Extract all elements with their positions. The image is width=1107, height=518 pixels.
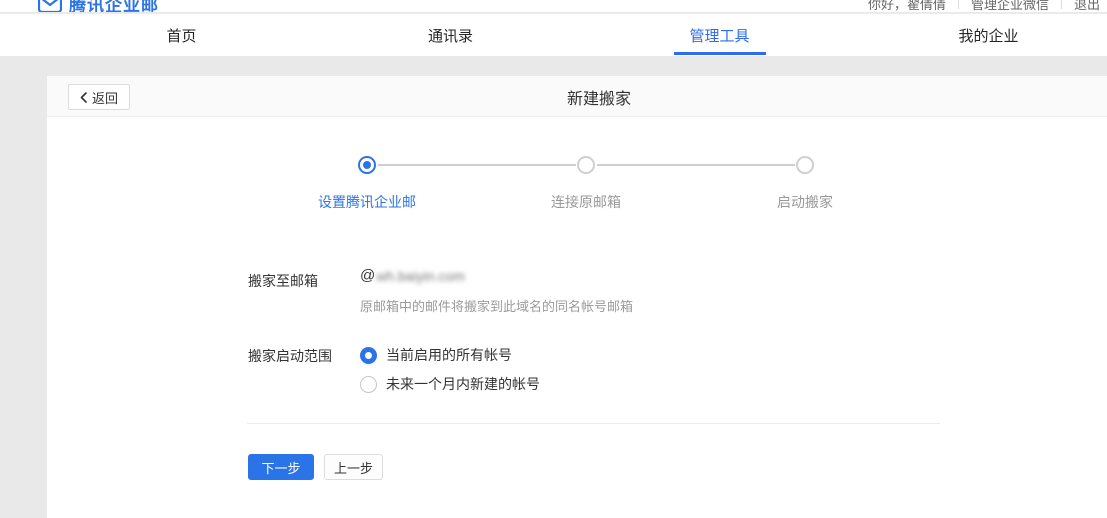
active-tab-underline [674,52,766,55]
chevron-left-icon [80,92,87,103]
migration-card: 返回 新建搬家 设置腾讯企业邮 连接原邮箱 启动搬家 搬家至邮箱 @ wh.ba… [47,76,1107,518]
exmail-admin-page: { "accent": "#2b74e8", "topbar": { "logo… [0,0,1107,518]
step2-indicator [577,156,595,174]
scope-label: 搬家启动范围 [248,346,332,366]
target-mailbox-value: @ wh.baiyin.com [360,267,465,284]
topbar: 腾讯企业邮 你好，翟倩倩 管理企业微信 退出 [0,0,1107,12]
radio-selected-icon[interactable] [360,347,377,364]
prev-step-button[interactable]: 上一步 [324,454,383,480]
step-connector [597,164,795,166]
step2-label: 连接原邮箱 [551,192,621,212]
tab-home[interactable]: 首页 [47,14,316,57]
logout-link[interactable]: 退出 [1074,0,1100,12]
next-step-button[interactable]: 下一步 [248,454,314,480]
exmail-logo-icon [38,0,62,12]
step3-label: 启动搬家 [777,192,833,212]
scope-option-label: 未来一个月内新建的帐号 [386,374,540,394]
tab-contacts[interactable]: 通讯录 [316,14,585,57]
radio-unselected-icon[interactable] [360,376,377,393]
at-symbol: @ [360,267,375,284]
step1-indicator [358,156,376,174]
scope-option-label: 当前启用的所有帐号 [386,345,512,365]
topbar-inner: 腾讯企业邮 你好，翟倩倩 管理企业微信 退出 [0,0,1107,12]
main-nav: 首页 通讯录 管理工具 我的企业 [0,13,1107,56]
tab-contacts-label: 通讯录 [428,25,473,46]
tab-admin-tools-label: 管理工具 [689,25,749,46]
nav-tabs: 首页 通讯录 管理工具 我的企业 [47,14,1107,57]
step1-label: 设置腾讯企业邮 [318,192,416,212]
target-mailbox-hint: 原邮箱中的邮件将搬家到此域名的同名帐号邮箱 [360,296,633,315]
page-title: 新建搬家 [567,76,631,117]
greeting-text: 你好，翟倩倩 [868,0,946,12]
tab-my-company[interactable]: 我的企业 [854,14,1107,57]
redacted-domain: wh.baiyin.com [376,268,465,284]
tab-my-company-label: 我的企业 [958,25,1018,46]
separator [958,0,959,9]
wizard-content: 设置腾讯企业邮 连接原邮箱 启动搬家 搬家至邮箱 @ wh.baiyin.com… [47,117,1107,518]
logo-text: 腾讯企业邮 [69,0,159,12]
exmail-logo[interactable]: 腾讯企业邮 [38,0,159,12]
scope-option-all-accounts[interactable]: 当前启用的所有帐号 [360,345,512,365]
back-button-label: 返回 [92,88,118,107]
target-mailbox-label: 搬家至邮箱 [248,271,318,291]
tab-home-label: 首页 [166,25,196,46]
topbar-links: 你好，翟倩倩 管理企业微信 退出 [868,0,1100,12]
manage-wecom-link[interactable]: 管理企业微信 [971,0,1049,12]
form-divider [247,423,940,424]
separator [1061,0,1062,9]
tab-admin-tools[interactable]: 管理工具 [585,14,854,57]
step3-indicator [796,156,814,174]
step-connector [378,164,576,166]
scope-option-future-accounts[interactable]: 未来一个月内新建的帐号 [360,374,540,394]
card-header: 返回 新建搬家 [47,76,1107,117]
back-button[interactable]: 返回 [68,84,130,110]
